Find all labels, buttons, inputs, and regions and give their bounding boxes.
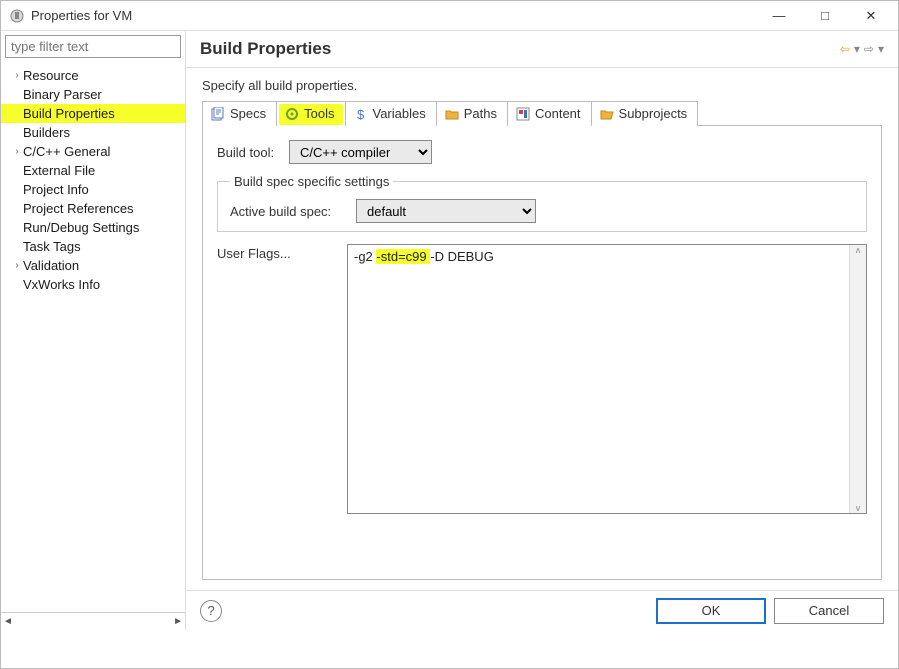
tree-item-cpp-general[interactable]: ›C/C++ General <box>1 142 185 161</box>
build-tool-select[interactable]: C/C++ compiler <box>289 140 432 164</box>
scroll-left-icon[interactable]: ◄ <box>3 616 13 627</box>
filter-container <box>5 35 181 58</box>
tree-item-run-debug-settings[interactable]: Run/Debug Settings <box>1 218 185 237</box>
tab-paths[interactable]: Paths <box>436 101 508 126</box>
window-title: Properties for VM <box>31 8 756 23</box>
tab-tools[interactable]: Tools <box>276 101 345 126</box>
ok-button[interactable]: OK <box>656 598 766 624</box>
build-spec-fieldset: Build spec specific settings Active buil… <box>217 174 867 232</box>
maximize-button[interactable]: □ <box>802 1 848 31</box>
main-panel: Build Properties ⇦ ▾ ⇨ ▾ Specify all bui… <box>186 31 898 630</box>
scroll-down-icon[interactable]: v <box>856 503 861 513</box>
active-spec-label: Active build spec: <box>230 204 356 219</box>
user-flags-label: User Flags... <box>217 244 347 261</box>
app-icon <box>9 8 25 24</box>
help-button[interactable]: ? <box>200 600 222 622</box>
folder-icon <box>445 107 459 121</box>
active-build-spec-select[interactable]: default <box>356 199 536 223</box>
tab-bar: Specs Tools $ Variables Paths Cont <box>202 101 882 126</box>
dollar-icon: $ <box>354 107 368 121</box>
content-area: Specify all build properties. Specs Tool… <box>186 68 898 590</box>
content-icon <box>516 107 530 121</box>
textarea-scrollbar[interactable]: ʌ v <box>849 245 866 513</box>
close-button[interactable]: ✕ <box>848 1 894 31</box>
gear-icon <box>285 107 299 121</box>
tab-variables[interactable]: $ Variables <box>345 101 437 126</box>
button-bar: ? OK Cancel <box>186 590 898 630</box>
tree-item-builders[interactable]: Builders <box>1 123 185 142</box>
fieldset-legend: Build spec specific settings <box>230 174 393 189</box>
forward-menu-icon[interactable]: ▾ <box>878 42 884 56</box>
sidebar: ›Resource Binary Parser Build Properties… <box>1 31 186 630</box>
build-tool-label: Build tool: <box>217 145 289 160</box>
tab-subprojects[interactable]: Subprojects <box>591 101 699 126</box>
tab-specs[interactable]: Specs <box>202 101 277 126</box>
cancel-button[interactable]: Cancel <box>774 598 884 624</box>
tab-content[interactable]: Content <box>507 101 592 126</box>
tree-item-binary-parser[interactable]: Binary Parser <box>1 85 185 104</box>
tree-item-project-references[interactable]: Project References <box>1 199 185 218</box>
page-subtitle: Specify all build properties. <box>202 78 882 93</box>
forward-icon[interactable]: ⇨ <box>864 42 874 56</box>
chevron-right-icon: › <box>11 146 23 157</box>
specs-icon <box>211 107 225 121</box>
highlighted-flag: -std=c99 <box>376 249 430 264</box>
tree-item-resource[interactable]: ›Resource <box>1 66 185 85</box>
scroll-right-icon[interactable]: ► <box>173 616 183 627</box>
svg-text:$: $ <box>357 107 365 121</box>
tree-item-vxworks-info[interactable]: VxWorks Info <box>1 275 185 294</box>
title-bar: Properties for VM — □ ✕ <box>1 1 898 31</box>
tree-item-task-tags[interactable]: Task Tags <box>1 237 185 256</box>
nav-tree: ›Resource Binary Parser Build Properties… <box>1 62 185 612</box>
chevron-right-icon: › <box>11 260 23 271</box>
tree-item-build-properties[interactable]: Build Properties <box>1 104 185 123</box>
tab-panel: Build tool: C/C++ compiler Build spec sp… <box>202 125 882 580</box>
filter-input[interactable] <box>5 35 181 58</box>
page-header: Build Properties ⇦ ▾ ⇨ ▾ <box>186 31 898 68</box>
sidebar-scrollbar[interactable]: ◄ ► <box>1 612 185 630</box>
tree-item-validation[interactable]: ›Validation <box>1 256 185 275</box>
back-menu-icon[interactable]: ▾ <box>854 42 860 56</box>
user-flags-input[interactable]: -g2 -std=c99 -D DEBUG ʌ v <box>347 244 867 514</box>
back-icon[interactable]: ⇦ <box>840 42 850 56</box>
page-title: Build Properties <box>200 39 331 59</box>
tree-item-external-file[interactable]: External File <box>1 161 185 180</box>
folder-open-icon <box>600 107 614 121</box>
tree-item-project-info[interactable]: Project Info <box>1 180 185 199</box>
scroll-up-icon[interactable]: ʌ <box>856 245 861 255</box>
minimize-button[interactable]: — <box>756 1 802 31</box>
chevron-right-icon: › <box>11 70 23 81</box>
